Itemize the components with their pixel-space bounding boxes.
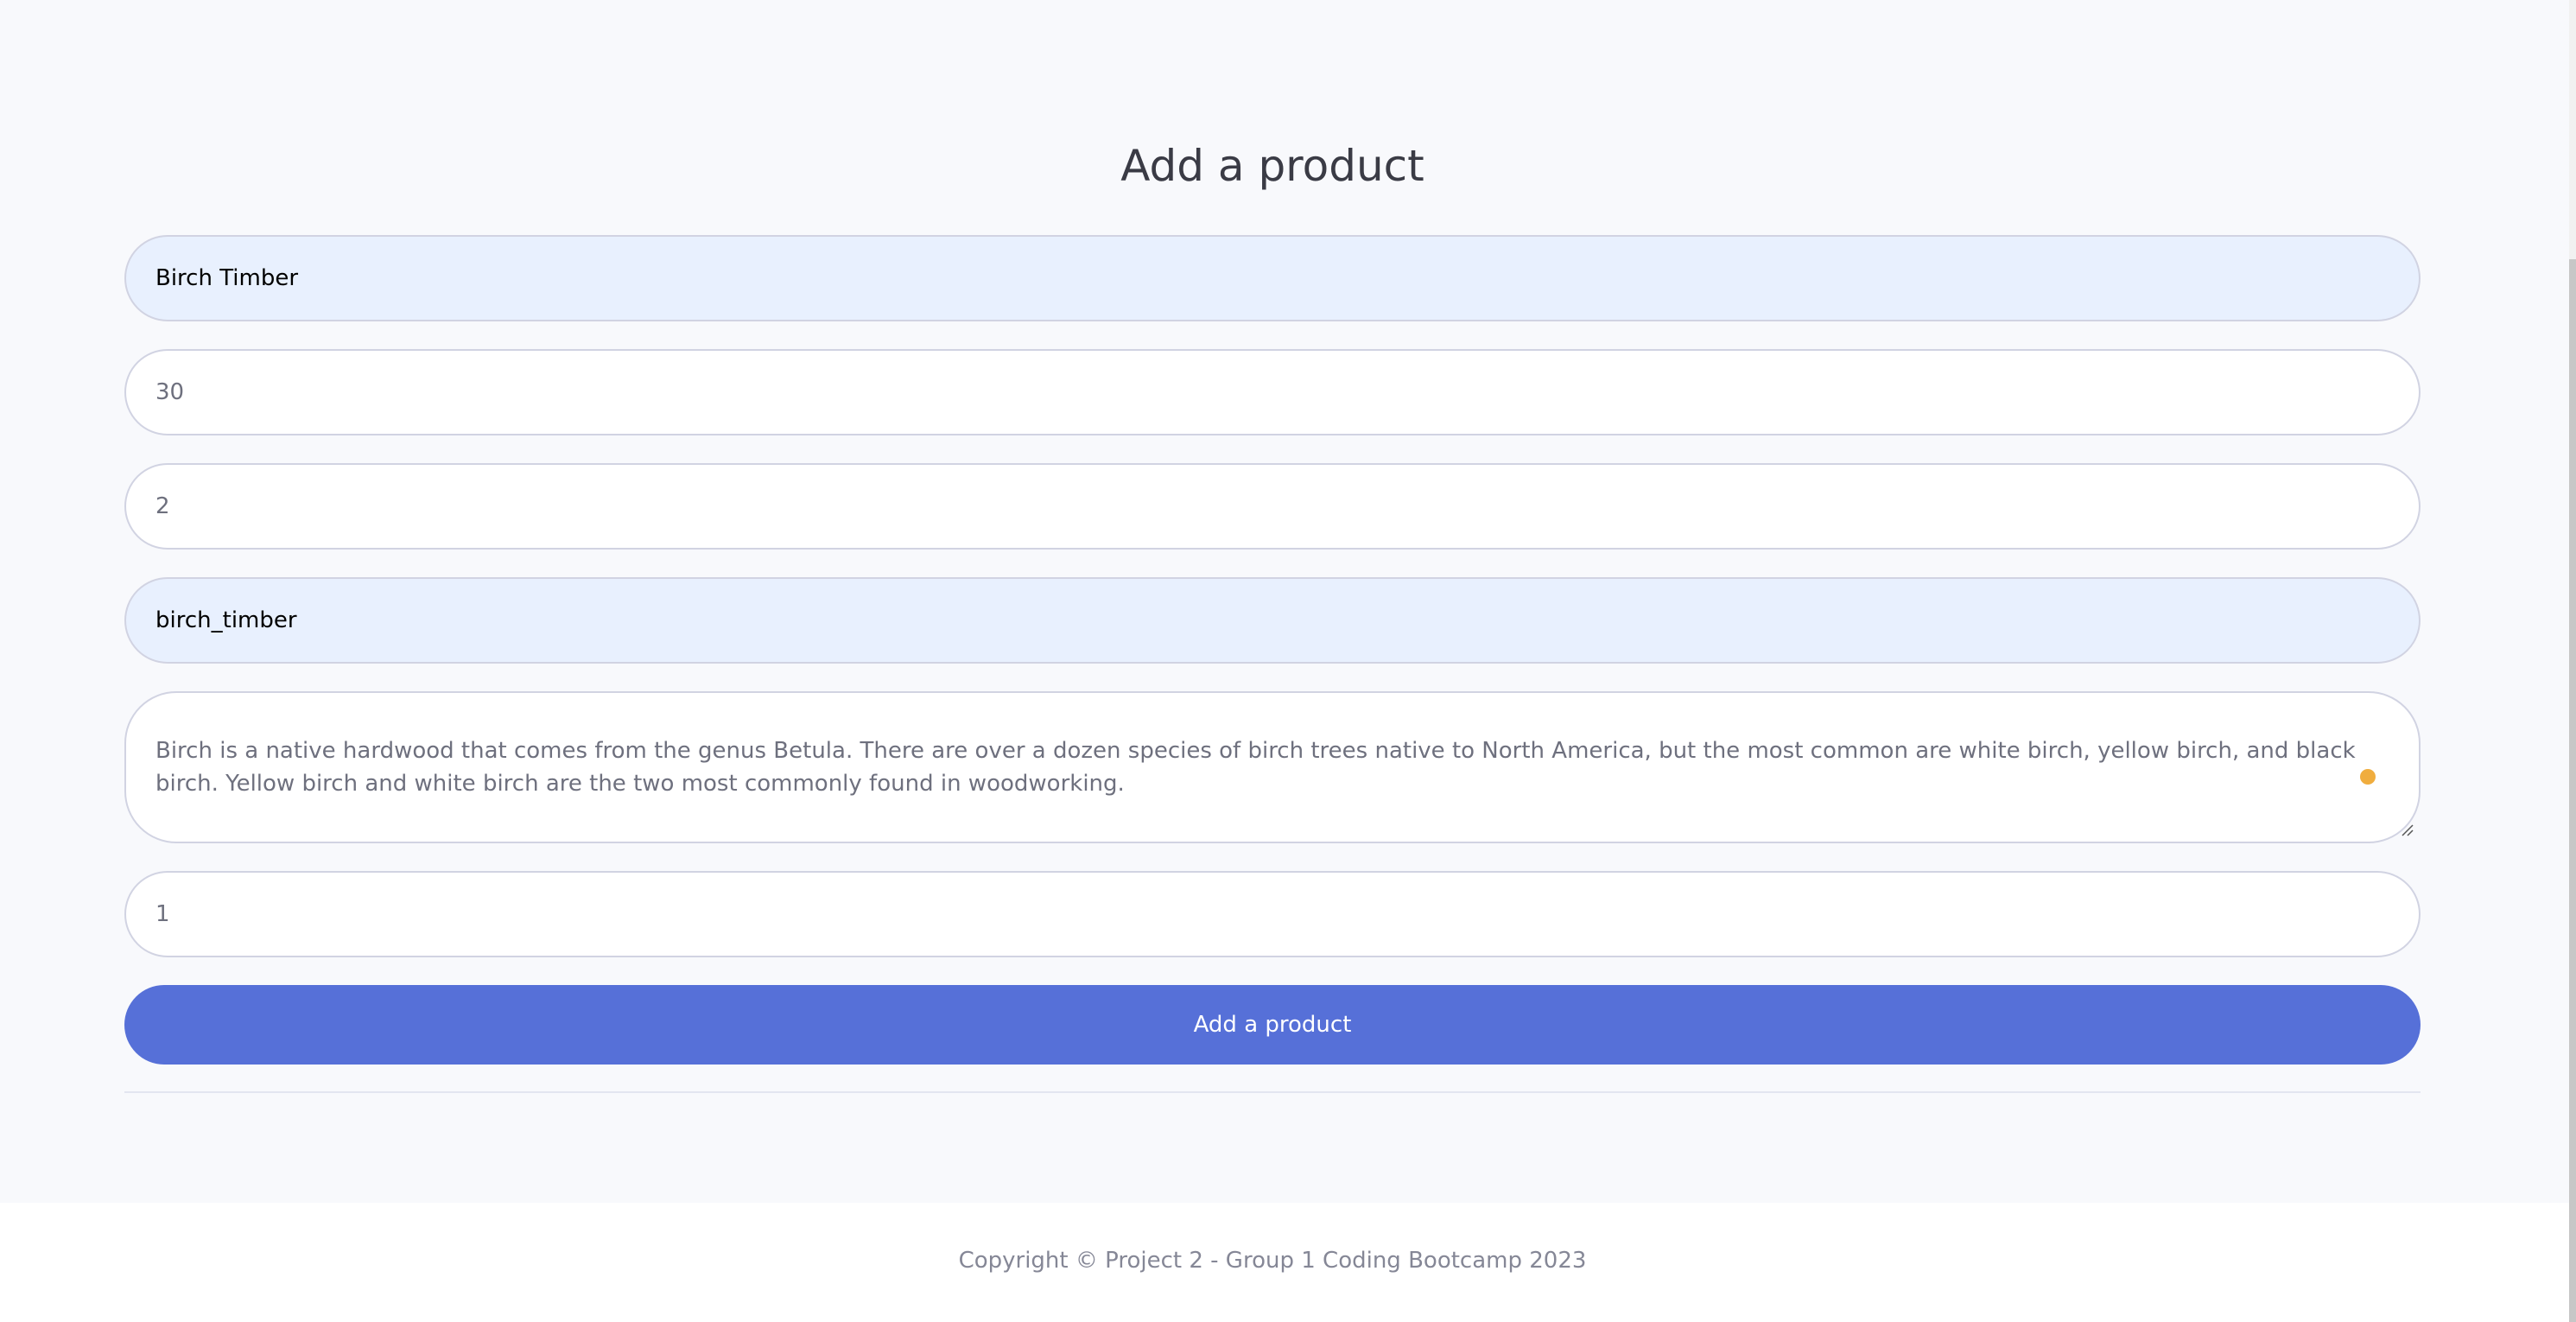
footer: Copyright © Project 2 - Group 1 Coding B… (0, 1203, 2569, 1322)
product-name-input[interactable]: Birch Timber (124, 235, 2421, 321)
product-stock-input[interactable]: 2 (124, 463, 2421, 550)
copyright-text: Copyright © Project 2 - Group 1 Coding B… (958, 1248, 1587, 1274)
product-category-input[interactable]: 1 (124, 871, 2421, 957)
product-stock-value: 2 (155, 493, 170, 519)
product-image-value: birch_timber (155, 607, 297, 633)
product-image-input[interactable]: birch_timber (124, 577, 2421, 664)
product-description-value: Birch is a native hardwood that comes fr… (155, 738, 2356, 797)
product-category-value: 1 (155, 901, 170, 927)
page-title: Add a product (1120, 141, 1424, 191)
product-name-value: Birch Timber (155, 265, 299, 291)
product-description-textarea[interactable]: Birch is a native hardwood that comes fr… (124, 691, 2421, 843)
grammar-check-icon[interactable] (2360, 769, 2376, 785)
scrollbar[interactable] (2569, 0, 2576, 1322)
add-product-button[interactable]: Add a product (124, 985, 2421, 1065)
scrollbar-thumb[interactable] (2569, 259, 2576, 1322)
divider (124, 1091, 2421, 1093)
product-price-value: 30 (155, 379, 185, 405)
page: Add a product Birch Timber 30 2 birch_ti… (0, 0, 2576, 1322)
product-price-input[interactable]: 30 (124, 349, 2421, 435)
main-content: Add a product Birch Timber 30 2 birch_ti… (0, 0, 2569, 1203)
resize-handle-icon[interactable] (2400, 823, 2414, 836)
